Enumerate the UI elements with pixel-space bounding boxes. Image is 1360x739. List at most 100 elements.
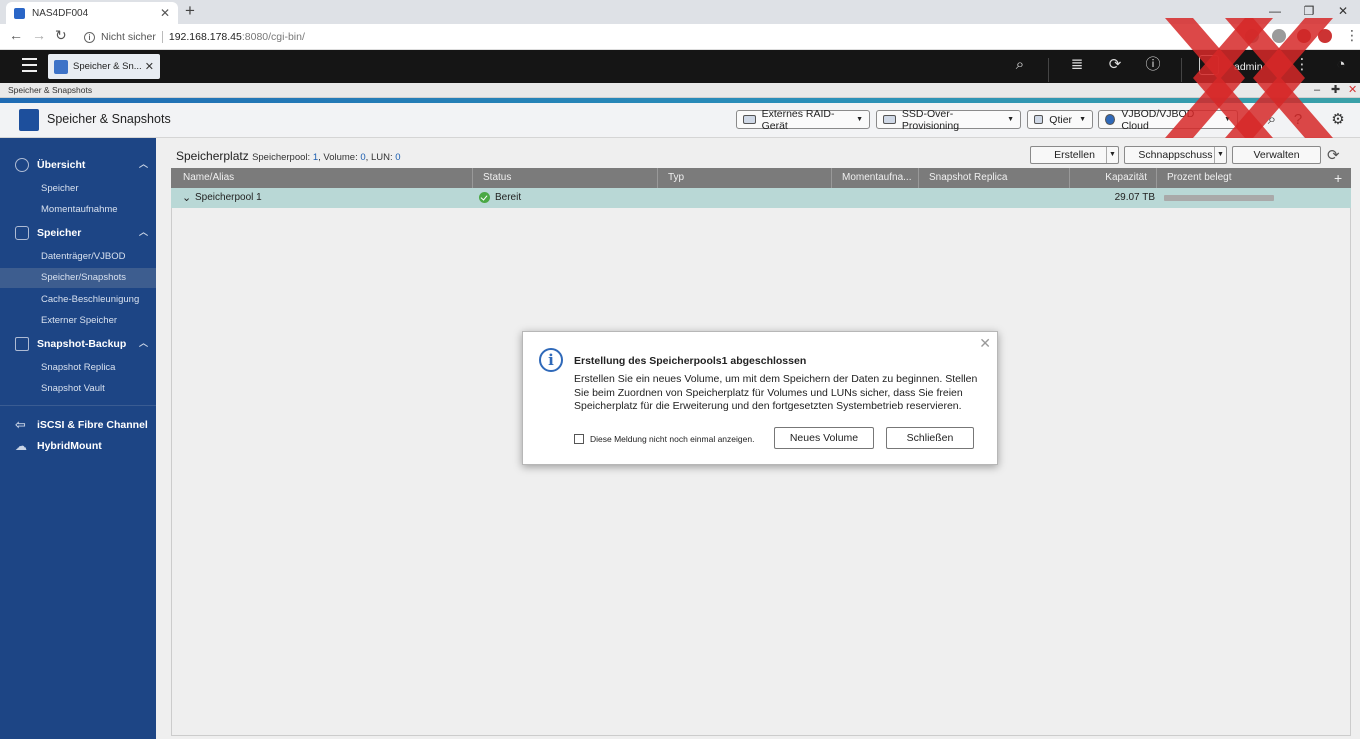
window-minimize-icon[interactable]: – [1314,83,1320,97]
sidebar-item-momentaufnahme[interactable]: Momentaufnahme [0,200,156,220]
col-usage[interactable]: Prozent belegt [1157,168,1327,188]
close-window-icon[interactable]: ✕ [1326,0,1360,24]
address-bar-row: ← → ↻ i Nicht sicher 192.168.178.45 :808… [0,24,1360,50]
sidebar-group-snapshot-backup[interactable]: Snapshot-Backup ︿ [0,334,156,354]
chevron-down-icon: ▼ [1224,116,1231,123]
insecure-label: Nicht sicher [101,31,163,43]
manage-button[interactable]: Verwalten [1232,146,1321,164]
dont-show-again-checkbox[interactable] [574,434,584,444]
info-icon[interactable]: ⓘ [1144,56,1162,74]
search-icon[interactable]: ⌕ [1263,111,1281,129]
storage-logo-icon [19,109,39,131]
sidebar-item-snapshot-vault[interactable]: Snapshot Vault [0,379,156,399]
status-ok-icon [479,192,490,203]
sidebar-divider [0,405,156,406]
expand-chevron-icon[interactable]: ⌄ [182,188,191,208]
snapshot-button[interactable]: Schnappschuss ▼ [1124,146,1227,164]
page-title: Speicherplatz Speicherpool: 1, Volume: 0… [176,149,401,163]
external-raid-button[interactable]: Externes RAID-Gerät ▼ [736,108,870,132]
browser-tab-title: NAS4DF004 [32,7,89,19]
separator [1048,58,1049,82]
col-type[interactable]: Typ [658,168,832,188]
col-status[interactable]: Status [473,168,658,188]
col-capacity[interactable]: Kapazität [1070,168,1157,188]
vjbod-button[interactable]: VJBOD/VJBOD Cloud ▼ [1098,108,1238,132]
sidebar-item-speicher-snapshots[interactable]: Speicher/Snapshots [0,268,156,288]
refresh-icon[interactable]: ⟳ [1327,146,1340,164]
ssd-icon [883,115,896,124]
url-host: 192.168.178.45 [168,31,242,43]
dialog-title: Erstellung des Speicherpools1 abgeschlos… [574,355,807,367]
qtier-button[interactable]: Qtier ▼ [1027,110,1093,129]
main-menu-icon[interactable] [22,58,37,72]
more-icon[interactable]: ⋮ [1293,56,1311,74]
ssd-overprovisioning-button[interactable]: SSD-Over-Provisioning ▼ [876,108,1021,132]
reload-icon[interactable]: ↻ [55,27,67,44]
qnap-favicon-icon [14,7,25,19]
help-icon[interactable]: ? [1289,111,1307,129]
sidebar-item-cache[interactable]: Cache-Beschleunigung [0,290,156,310]
restore-icon[interactable]: ❐ [1292,0,1326,24]
app-header: Speicher & Snapshots Externes RAID-Gerät… [0,103,1360,138]
site-info-icon[interactable]: i [84,31,95,43]
forward-icon[interactable]: → [32,27,46,43]
chevron-up-icon[interactable]: ︿ [139,336,148,349]
back-icon[interactable]: ← [9,27,23,43]
star-icon[interactable] [1245,29,1259,43]
add-column-icon[interactable]: + [1330,168,1350,188]
gear-icon[interactable]: ⚙ [1329,111,1347,129]
status-text: Bereit [495,192,522,203]
url-bar[interactable]: i Nicht sicher 192.168.178.45 :8080/cgi-… [80,27,1280,47]
chevron-down-icon: ▼ [1007,116,1014,123]
close-app-icon[interactable]: ✕ [145,60,154,73]
sidebar-item-snapshot-replica[interactable]: Snapshot Replica [0,358,156,378]
search-icon[interactable]: ⌕ [1011,56,1029,74]
col-snapshot[interactable]: Momentaufna... [832,168,919,188]
puzzle-icon[interactable] [1297,29,1311,43]
col-name[interactable]: Name/Alias [173,168,473,188]
window-controls: — ❐ ✕ [1258,0,1360,24]
sidebar-item-external-storage[interactable]: Externer Speicher [0,311,156,331]
close-tab-icon[interactable]: ✕ [160,6,170,20]
username[interactable]: admin [1234,61,1263,73]
app-title: Speicher & Snapshots [47,112,171,126]
user-avatar-icon[interactable] [1199,55,1219,75]
new-tab-icon[interactable]: + [185,1,195,21]
browser-menu-icon[interactable]: ⋮ [1345,27,1359,44]
col-snapshot-replica[interactable]: Snapshot Replica [919,168,1070,188]
app-taskbar-tab[interactable]: Speicher & Sn... ✕ [48,54,160,79]
chevron-down-icon: ▼ [1079,116,1086,123]
close-button[interactable]: Schließen [886,427,974,449]
qtier-icon [1034,115,1044,124]
close-icon[interactable]: ✕ [979,335,991,352]
window-maximize-icon[interactable]: ✚ [1331,83,1340,97]
sync-icon[interactable]: ⟳ [1106,56,1124,74]
snapshot-backup-icon [15,337,29,351]
browser-tab[interactable]: NAS4DF004 ✕ [6,2,178,24]
sidebar-group-iscsi[interactable]: ⇦ iSCSI & Fibre Channel [0,415,156,435]
chevron-down-icon[interactable]: ▼ [1106,147,1118,163]
sidebar-group-overview[interactable]: Übersicht ︿ [0,155,156,175]
url-path: :8080/cgi-bin/ [241,31,305,43]
profile-icon[interactable] [1318,29,1332,43]
minimize-icon[interactable]: — [1258,0,1292,24]
new-volume-button[interactable]: Neues Volume [774,427,874,449]
sidebar-item-datentraeger[interactable]: Datenträger/VJBOD [0,247,156,267]
sidebar-group-hybridmount[interactable]: ☁ HybridMount [0,436,156,456]
sidebar-item-speicher[interactable]: Speicher [0,179,156,199]
dashboard-icon[interactable]: ◔ [1332,56,1350,74]
tasks-icon[interactable]: ≣ [1068,56,1086,74]
create-button[interactable]: Erstellen ▼ [1030,146,1119,164]
sidebar-group-storage[interactable]: Speicher ︿ [0,223,156,243]
iscsi-icon: ⇦ [15,417,26,432]
chevron-up-icon[interactable]: ︿ [139,157,148,170]
chevron-up-icon[interactable]: ︿ [139,225,148,238]
vjbod-icon [1105,114,1116,125]
dont-show-again-label[interactable]: Diese Meldung nicht noch einmal anzeigen… [590,434,754,444]
hybridmount-icon: ☁ [15,439,27,453]
app-tab-label: Speicher & Sn... [73,61,142,72]
window-close-icon[interactable]: ✕ [1348,83,1357,97]
database-icon [15,226,29,240]
chevron-down-icon[interactable]: ▼ [1214,147,1226,163]
extension-icon[interactable] [1272,29,1286,43]
